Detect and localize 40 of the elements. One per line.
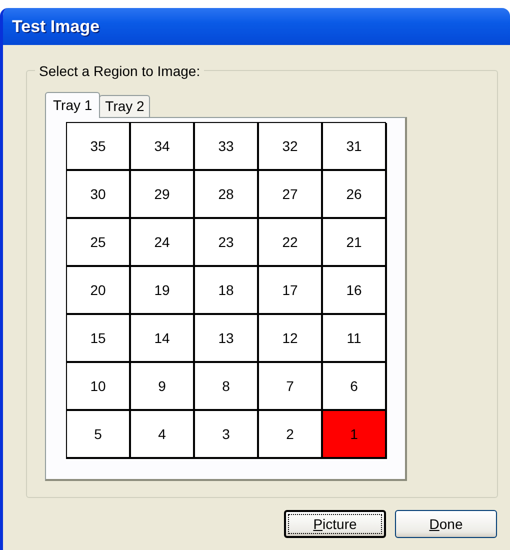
region-cell[interactable]: 31 (323, 123, 387, 171)
region-cell[interactable]: 34 (131, 123, 195, 171)
region-cell[interactable]: 15 (67, 315, 131, 363)
region-cell[interactable]: 35 (67, 123, 131, 171)
region-cell[interactable]: 4 (131, 411, 195, 459)
region-cell[interactable]: 27 (259, 171, 323, 219)
region-cell[interactable]: 16 (323, 267, 387, 315)
region-cell[interactable]: 13 (195, 315, 259, 363)
region-cell[interactable]: 9 (131, 363, 195, 411)
region-cell[interactable]: 21 (323, 219, 387, 267)
region-cell[interactable]: 19 (131, 267, 195, 315)
region-cell[interactable]: 17 (259, 267, 323, 315)
region-cell[interactable]: 29 (131, 171, 195, 219)
region-cell[interactable]: 8 (195, 363, 259, 411)
region-cell[interactable]: 22 (259, 219, 323, 267)
tab[interactable]: Tray 1 (45, 92, 100, 118)
window-title: Test Image (3, 8, 510, 45)
region-cell[interactable]: 23 (195, 219, 259, 267)
region-cell[interactable]: 2 (259, 411, 323, 459)
region-cell[interactable]: 12 (259, 315, 323, 363)
region-cell[interactable]: 7 (259, 363, 323, 411)
region-cell[interactable]: 18 (195, 267, 259, 315)
region-cell[interactable]: 28 (195, 171, 259, 219)
region-cell[interactable]: 32 (259, 123, 323, 171)
tab[interactable]: Tray 2 (99, 95, 150, 117)
region-cell[interactable]: 5 (67, 411, 131, 459)
region-cell[interactable]: 20 (67, 267, 131, 315)
dialog-button[interactable]: Picture (284, 510, 386, 538)
region-cell[interactable]: 1 (323, 411, 387, 459)
region-cell[interactable]: 11 (323, 315, 387, 363)
dialog-button[interactable]: Done (395, 510, 497, 538)
region-cell[interactable]: 10 (67, 363, 131, 411)
region-cell[interactable]: 3 (195, 411, 259, 459)
region-cell[interactable]: 6 (323, 363, 387, 411)
region-cell[interactable]: 14 (131, 315, 195, 363)
region-cell[interactable]: 26 (323, 171, 387, 219)
region-cell[interactable]: 30 (67, 171, 131, 219)
region-cell[interactable]: 24 (131, 219, 195, 267)
region-cell[interactable]: 33 (195, 123, 259, 171)
region-cell[interactable]: 25 (67, 219, 131, 267)
